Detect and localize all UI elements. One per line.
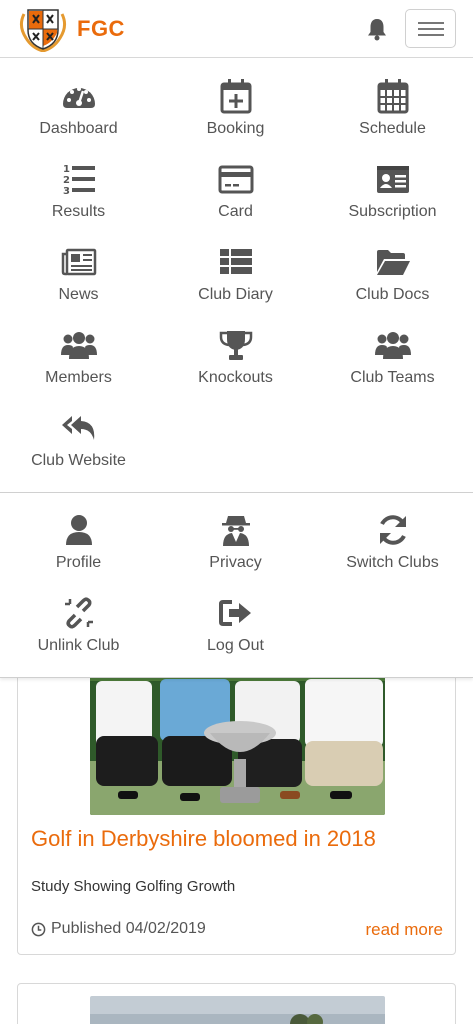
- menu-item-booking[interactable]: Booking: [157, 60, 314, 140]
- news-published: Published 04/02/2019: [31, 920, 206, 938]
- menu-item-results[interactable]: 1 2 3 Results: [0, 143, 157, 223]
- svg-text:3: 3: [63, 186, 70, 197]
- hamburger-bar: [418, 34, 444, 36]
- brand[interactable]: FGC: [18, 6, 125, 52]
- menu-item-club-website[interactable]: Club Website: [0, 392, 157, 472]
- news-card: Golf in Derbyshire bloomed in 2018 Study…: [17, 640, 456, 955]
- user-secret-icon: [221, 516, 250, 546]
- menu-item-dashboard[interactable]: Dashboard: [0, 60, 157, 140]
- menu-item-club-docs[interactable]: Club Docs: [314, 226, 471, 306]
- menu-item-subscription[interactable]: Subscription: [314, 143, 471, 223]
- menu-item-club-diary[interactable]: Club Diary: [157, 226, 314, 306]
- menu-divider: [0, 492, 473, 493]
- svg-text:1: 1: [63, 164, 70, 175]
- menu-item-label: Club Teams: [350, 369, 435, 386]
- menu-item-label: Knockouts: [198, 369, 273, 386]
- ordered-list-icon: 1 2 3: [63, 164, 95, 197]
- club-crest-logo: [19, 9, 67, 52]
- hamburger-bar: [418, 28, 444, 30]
- published-date: Published 04/02/2019: [51, 920, 206, 937]
- refresh-icon: [379, 515, 406, 545]
- menu-item-label: Privacy: [209, 554, 262, 571]
- menu-item-members[interactable]: Members: [0, 309, 157, 389]
- menu-item-label: Members: [45, 369, 112, 386]
- news-thumbnail-image: [90, 996, 385, 1024]
- tachometer-icon: [62, 87, 95, 108]
- users-icon: [374, 332, 411, 359]
- nav-menu-panel: Dashboard Booking Schedule 1 2 3 Results…: [0, 58, 473, 678]
- credit-card-icon: [218, 165, 253, 194]
- menu-item-unlink-club[interactable]: Unlink Club: [0, 577, 157, 657]
- calendar-grid-icon: [377, 79, 408, 114]
- menu-item-news[interactable]: News: [0, 226, 157, 306]
- menu-item-label: Unlink Club: [37, 637, 120, 654]
- svg-text:2: 2: [63, 175, 70, 186]
- calendar-plus-icon: [220, 79, 251, 114]
- news-photo[interactable]: [90, 996, 385, 1024]
- menu-item-label: Dashboard: [39, 120, 118, 137]
- newspaper-icon: [61, 248, 96, 276]
- menu-item-label: Schedule: [359, 120, 426, 137]
- id-card-icon: [376, 166, 409, 193]
- news-card: [17, 983, 456, 1024]
- read-more-link[interactable]: read more: [366, 920, 443, 940]
- trophy-icon: [219, 331, 252, 360]
- folder-open-icon: [376, 250, 410, 275]
- menu-item-label: Switch Clubs: [346, 554, 439, 571]
- menu-item-label: Club Diary: [198, 286, 273, 303]
- menu-item-label: Club Docs: [355, 286, 430, 303]
- reply-all-icon: [61, 416, 94, 440]
- sign-out-icon: [218, 600, 251, 626]
- bell-icon[interactable]: [366, 17, 388, 41]
- table-list-icon: [219, 249, 252, 274]
- clock-icon: [31, 922, 46, 936]
- menu-item-club-teams[interactable]: Club Teams: [314, 309, 471, 389]
- unlink-icon: [64, 597, 93, 629]
- menu-item-log-out[interactable]: Log Out: [157, 577, 314, 657]
- hamburger-bar: [418, 22, 444, 24]
- users-icon: [60, 332, 97, 359]
- menu-item-card[interactable]: Card: [157, 143, 314, 223]
- menu-item-privacy[interactable]: Privacy: [157, 494, 314, 574]
- menu-item-label: Club Website: [31, 452, 126, 469]
- menu-item-label: Subscription: [348, 203, 437, 220]
- menu-item-profile[interactable]: Profile: [0, 494, 157, 574]
- news-title[interactable]: Golf in Derbyshire bloomed in 2018: [31, 826, 376, 852]
- menu-item-label: Profile: [55, 554, 102, 571]
- menu-item-label: Booking: [206, 120, 265, 137]
- user-icon: [65, 515, 92, 545]
- menu-item-label: Log Out: [207, 637, 264, 654]
- menu-item-knockouts[interactable]: Knockouts: [157, 309, 314, 389]
- menu-item-schedule[interactable]: Schedule: [314, 60, 471, 140]
- hamburger-menu-button[interactable]: [405, 9, 456, 48]
- menu-item-label: Results: [51, 203, 106, 220]
- news-subtitle: Study Showing Golfing Growth: [31, 878, 236, 895]
- app-page: Golf in Derbyshire bloomed in 2018 Study…: [0, 0, 473, 1024]
- menu-item-switch-clubs[interactable]: Switch Clubs: [314, 494, 471, 574]
- brand-name: FGC: [77, 16, 125, 41]
- top-navbar: FGC: [0, 0, 473, 58]
- menu-item-label: Card: [218, 203, 253, 220]
- menu-item-label: News: [58, 286, 99, 303]
